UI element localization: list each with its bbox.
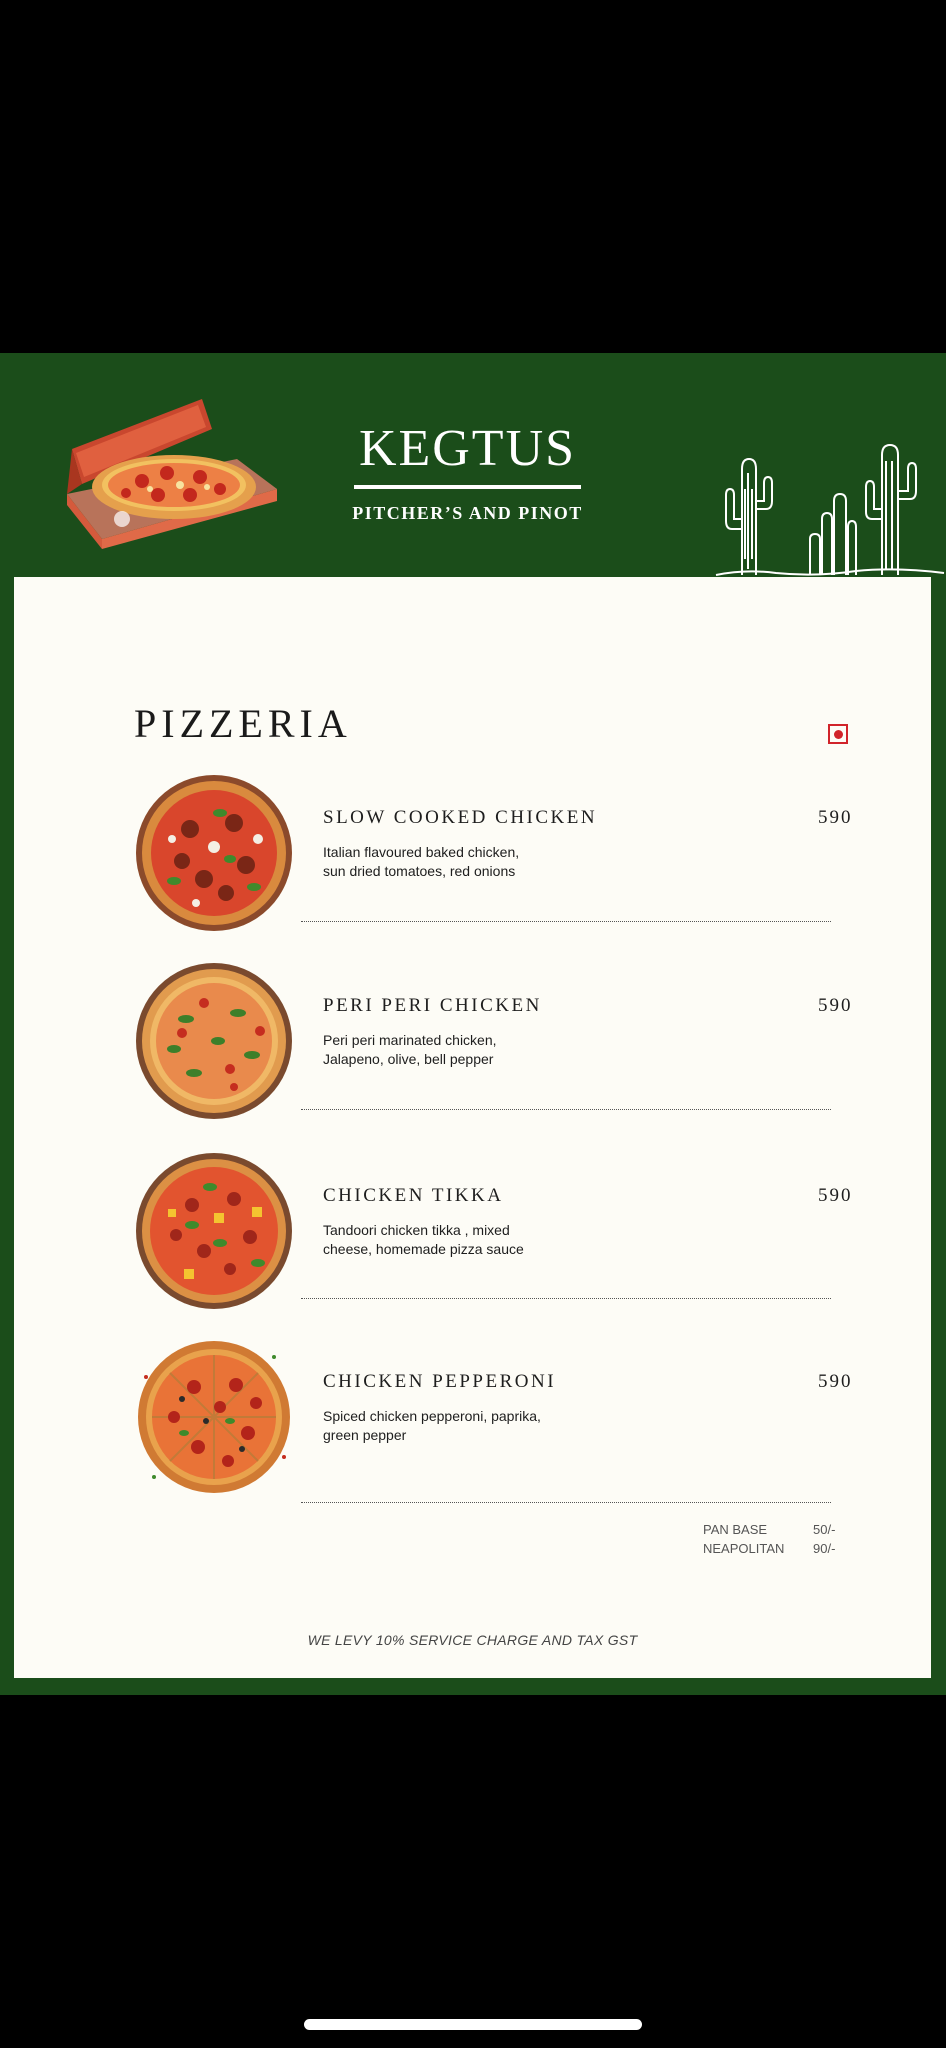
item-separator [301,1298,831,1299]
pizza-box-illustration [67,399,277,549]
brand-tagline: PITCHER’S AND PINOT [352,503,583,523]
menu-item: PERI PERI CHICKEN 590 Peri peri marinate… [14,961,931,1141]
base-option-price: 50/- [813,1522,836,1537]
item-name: CHICKEN PEPPERONI [323,1371,557,1392]
item-description-line: Italian flavoured baked chicken, [323,844,520,860]
item-name: PERI PERI CHICKEN [323,995,542,1016]
base-option-label: PAN BASE [703,1522,768,1537]
item-description-line: sun dried tomatoes, red onions [323,863,516,879]
item-description: Tandoori chicken tikka , mixed cheese, h… [323,1221,583,1259]
brand-block: KEGTUS PITCHER’S AND PINOT [330,423,605,524]
menu-header: KEGTUS PITCHER’S AND PINOT [0,353,946,576]
base-option-label: NEAPOLITAN [703,1541,785,1556]
pizza-image [136,1153,292,1309]
pizza-image [138,1341,290,1493]
base-option: PAN BASE 50/- [703,1520,835,1539]
base-option-price: 90/- [813,1541,836,1556]
menu-sheet: KEGTUS PITCHER’S AND PINOT PIZZERIA SLOW… [0,353,946,1695]
item-description-line: Jalapeno, olive, bell pepper [323,1051,494,1067]
item-price: 590 [818,1185,853,1206]
menu-item: SLOW COOKED CHICKEN 590 Italian flavoure… [14,773,931,953]
item-price: 590 [818,1371,853,1392]
pizza-image [136,963,292,1119]
item-description: Spiced chicken pepperoni, paprika, green… [323,1407,583,1445]
pizza-image [136,775,292,931]
item-price: 590 [818,995,853,1016]
item-name: SLOW COOKED CHICKEN [323,807,598,828]
home-indicator[interactable] [304,2019,642,2030]
section-title: PIZZERIA [134,701,352,746]
menu-item: CHICKEN TIKKA 590 Tandoori chicken tikka… [14,1151,931,1331]
base-option: NEAPOLITAN 90/- [703,1539,835,1558]
item-description-line: cheese, homemade pizza sauce [323,1241,524,1257]
item-description-line: Peri peri marinated chicken, [323,1032,497,1048]
item-description: Italian flavoured baked chicken, sun dri… [323,843,583,881]
item-description: Peri peri marinated chicken, Jalapeno, o… [323,1031,583,1069]
item-price: 590 [818,807,853,828]
item-separator [301,1502,831,1503]
cactus-illustration [715,443,945,576]
brand-name: KEGTUS [354,423,581,489]
item-description-line: green pepper [323,1427,407,1443]
service-charge-note: WE LEVY 10% SERVICE CHARGE AND TAX GST [307,1632,638,1648]
item-description-line: Spiced chicken pepperoni, paprika, [323,1408,541,1424]
base-options: PAN BASE 50/- NEAPOLITAN 90/- [703,1520,835,1558]
item-description-line: Tandoori chicken tikka , mixed [323,1222,510,1238]
item-separator [301,921,831,922]
item-name: CHICKEN TIKKA [323,1185,504,1206]
menu-paper: PIZZERIA SLOW COOKED CHICKEN 590 Italian… [14,577,931,1678]
menu-item: CHICKEN PEPPERONI 590 Spiced chicken pep… [14,1337,931,1517]
non-veg-mark-icon [828,724,848,744]
item-separator [301,1109,831,1110]
